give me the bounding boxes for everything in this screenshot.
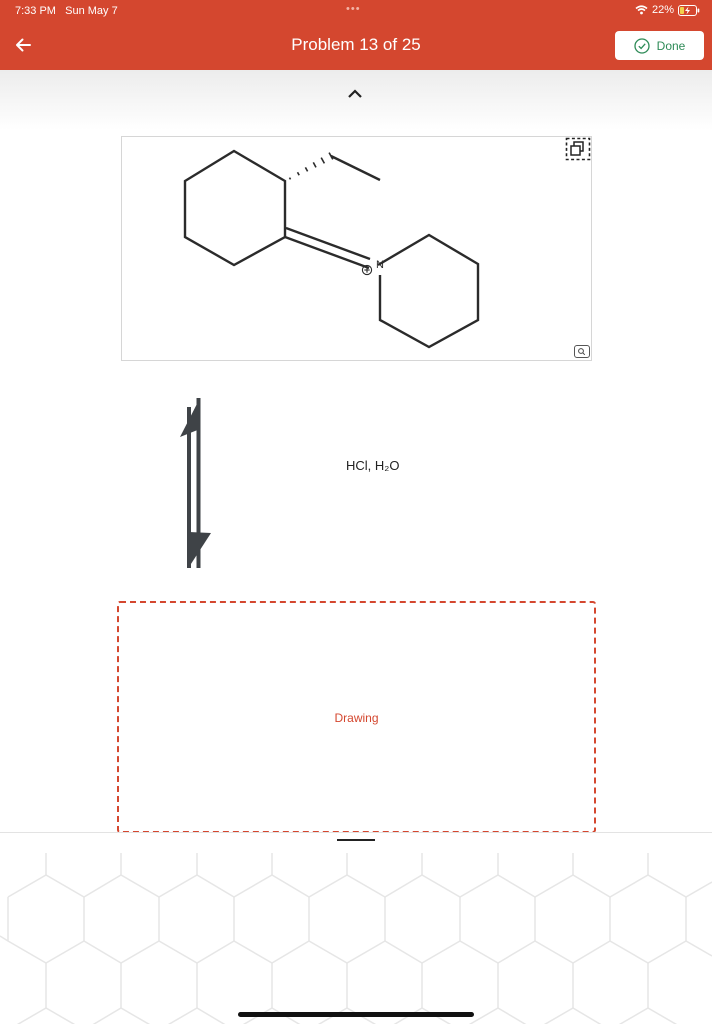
reactant-structure-panel: N (121, 136, 592, 361)
status-indicators: 22% (635, 4, 700, 16)
wifi-icon (635, 5, 648, 15)
multitasking-dots[interactable]: ••• (346, 3, 361, 15)
ethyl-bond (330, 154, 381, 182)
home-indicator[interactable] (238, 1012, 474, 1017)
chevron-up-icon[interactable] (345, 85, 365, 101)
hexagon-grid-canvas[interactable] (0, 833, 712, 1024)
page-title: Problem 13 of 25 (291, 35, 421, 54)
status-clock: 7:33 PM (15, 5, 56, 17)
battery-charging-icon (678, 4, 700, 16)
piperidine-ring (377, 233, 480, 349)
done-label: Done (656, 38, 686, 53)
status-date: Sun May 7 (65, 5, 118, 17)
product-drawing-area[interactable]: Drawing (117, 601, 596, 833)
status-time: 7:33 PM Sun May 7 (15, 5, 118, 17)
c-n-double-bond (285, 226, 371, 261)
zoom-icon[interactable] (574, 345, 590, 358)
c-n-bond (284, 235, 370, 270)
cyclohexane-ring (183, 149, 287, 267)
check-circle-icon (634, 37, 650, 54)
drawing-placeholder: Drawing (334, 711, 379, 725)
equilibrium-arrow (180, 398, 211, 568)
top-bar: 7:33 PM Sun May 7 ••• 22% Problem 13 of … (0, 0, 712, 70)
nitrogen-label: N (376, 259, 384, 271)
iminium-structure: N (183, 149, 480, 349)
battery-percent: 22% (651, 4, 674, 16)
reaction-reagents: HCl, H₂O (346, 458, 400, 473)
copy-structure-icon[interactable] (565, 137, 591, 161)
hashed-wedge-bond (288, 152, 334, 180)
done-button[interactable]: Done (615, 31, 704, 60)
